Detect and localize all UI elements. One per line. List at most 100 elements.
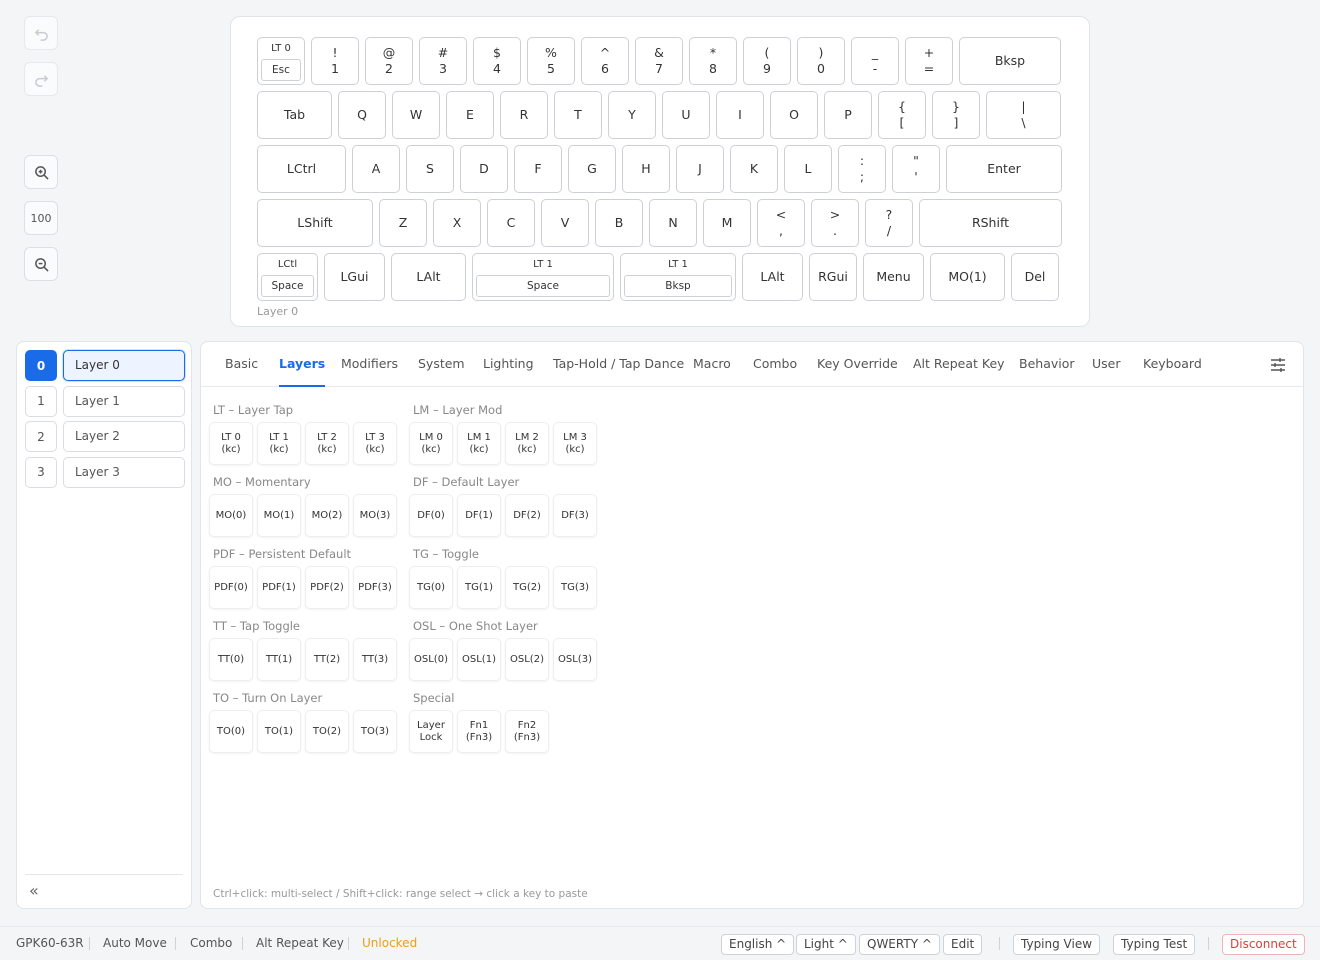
key[interactable]: + = [905, 37, 953, 85]
keycode-button[interactable]: DF(1) [457, 494, 501, 537]
key[interactable]: V [541, 199, 589, 247]
tab-lighting[interactable]: Lighting [483, 342, 534, 387]
key[interactable]: W [392, 91, 440, 139]
key[interactable]: S [406, 145, 454, 193]
keycode-button[interactable]: TT(3) [353, 638, 397, 681]
key[interactable]: _ - [851, 37, 899, 85]
undo-button[interactable] [24, 16, 58, 50]
layer-number[interactable]: 0 [25, 350, 57, 381]
key[interactable]: LCtrl [257, 145, 346, 193]
layer-name-field[interactable]: Layer 0 [63, 350, 185, 381]
zoom-out-button[interactable] [24, 247, 58, 281]
keycode-button[interactable]: LM 3 (kc) [553, 422, 597, 465]
key[interactable]: ? / [865, 199, 913, 247]
keycode-button[interactable]: LT 3 (kc) [353, 422, 397, 465]
keycode-button[interactable]: TT(1) [257, 638, 301, 681]
key[interactable]: Y [608, 91, 656, 139]
key[interactable]: LAlt [391, 253, 466, 301]
zoom-level[interactable]: 100 [24, 201, 58, 235]
keycode-button[interactable]: TG(1) [457, 566, 501, 609]
key[interactable]: ) 0 [797, 37, 845, 85]
key[interactable]: L [784, 145, 832, 193]
tab-user[interactable]: User [1092, 342, 1121, 387]
key[interactable]: {[ [878, 91, 926, 139]
key[interactable]: :; [838, 145, 886, 193]
tab-behavior[interactable]: Behavior [1019, 342, 1075, 387]
keycode-button[interactable]: TT(2) [305, 638, 349, 681]
key[interactable]: LGui [324, 253, 385, 301]
key[interactable]: Tab [257, 91, 332, 139]
layer-number[interactable]: 3 [25, 456, 57, 488]
keycode-button[interactable]: TG(3) [553, 566, 597, 609]
key[interactable]: #3 [419, 37, 467, 85]
tab-tap-hold-tap-dance[interactable]: Tap-Hold / Tap Dance [553, 342, 684, 387]
keycode-button[interactable]: LT 1 (kc) [257, 422, 301, 465]
layer-name-field[interactable]: Layer 1 [63, 385, 185, 417]
tab-alt-repeat-key[interactable]: Alt Repeat Key [913, 342, 1005, 387]
keycode-button[interactable]: DF(3) [553, 494, 597, 537]
keycode-button[interactable]: LM 2 (kc) [505, 422, 549, 465]
auto-move-toggle[interactable]: Auto Move [103, 936, 167, 950]
key[interactable]: >. [811, 199, 859, 247]
key[interactable]: LT 1 Space [472, 253, 614, 301]
keycode-button[interactable]: Fn2 (Fn3) [505, 710, 549, 753]
key[interactable]: O [770, 91, 818, 139]
key[interactable]: (9 [743, 37, 791, 85]
keycode-button[interactable]: LT 2 (kc) [305, 422, 349, 465]
keycode-button[interactable]: TO(0) [209, 710, 253, 753]
tab-macro[interactable]: Macro [693, 342, 731, 387]
key[interactable]: Q [338, 91, 386, 139]
keycode-button[interactable]: LM 0 (kc) [409, 422, 453, 465]
key[interactable]: * 8 [689, 37, 737, 85]
layer-number[interactable]: 2 [25, 421, 57, 452]
keycode-button[interactable]: TO(1) [257, 710, 301, 753]
key[interactable]: R [500, 91, 548, 139]
key[interactable]: " ' [892, 145, 940, 193]
layout-select[interactable]: QWERTY ^ [859, 934, 940, 955]
layer-row[interactable]: 1 Layer 1 [25, 385, 185, 417]
tab-modifiers[interactable]: Modifiers [341, 342, 398, 387]
key[interactable]: H [622, 145, 670, 193]
key[interactable]: LCtl Space [257, 253, 318, 301]
key[interactable]: Enter [946, 145, 1062, 193]
key[interactable]: N [649, 199, 697, 247]
keycode-button[interactable]: PDF(0) [209, 566, 253, 609]
key[interactable]: E [446, 91, 494, 139]
key[interactable]: Del [1011, 253, 1059, 301]
key[interactable]: RGui [809, 253, 857, 301]
key[interactable]: G [568, 145, 616, 193]
layer-name-field[interactable]: Layer 2 [63, 421, 185, 452]
keycode-button[interactable]: PDF(3) [353, 566, 397, 609]
keycode-button[interactable]: MO(0) [209, 494, 253, 537]
key[interactable]: LAlt [742, 253, 803, 301]
keycode-button[interactable]: TG(0) [409, 566, 453, 609]
key[interactable]: K [730, 145, 778, 193]
key[interactable]: X [433, 199, 481, 247]
tab-combo[interactable]: Combo [753, 342, 797, 387]
key[interactable]: A [352, 145, 400, 193]
key[interactable]: LT 0 Esc [257, 37, 305, 85]
layer-row[interactable]: 0 Layer 0 [25, 350, 185, 381]
key[interactable]: <, [757, 199, 805, 247]
keycode-button[interactable]: TO(3) [353, 710, 397, 753]
key[interactable]: ^ 6 [581, 37, 629, 85]
combo-toggle[interactable]: Combo [190, 936, 232, 950]
key[interactable]: Menu [863, 253, 924, 301]
typing-view-button[interactable]: Typing View [1013, 934, 1101, 955]
key[interactable]: & 7 [635, 37, 683, 85]
key[interactable]: LT 1 Bksp [620, 253, 736, 301]
key[interactable]: $4 [473, 37, 521, 85]
keycode-button[interactable]: OSL(3) [553, 638, 597, 681]
collapse-sidebar-button[interactable]: « [29, 881, 39, 900]
tab-keyboard[interactable]: Keyboard [1143, 342, 1202, 387]
layer-row[interactable]: 2 Layer 2 [25, 421, 185, 452]
settings-sliders-icon[interactable] [1269, 356, 1287, 374]
key[interactable]: Z [379, 199, 427, 247]
key[interactable]: C [487, 199, 535, 247]
keycode-button[interactable]: OSL(1) [457, 638, 501, 681]
keycode-button[interactable]: DF(0) [409, 494, 453, 537]
key[interactable]: MO(1) [930, 253, 1005, 301]
keycode-button[interactable]: LM 1 (kc) [457, 422, 501, 465]
keycode-button[interactable]: TG(2) [505, 566, 549, 609]
keycode-button[interactable]: MO(1) [257, 494, 301, 537]
